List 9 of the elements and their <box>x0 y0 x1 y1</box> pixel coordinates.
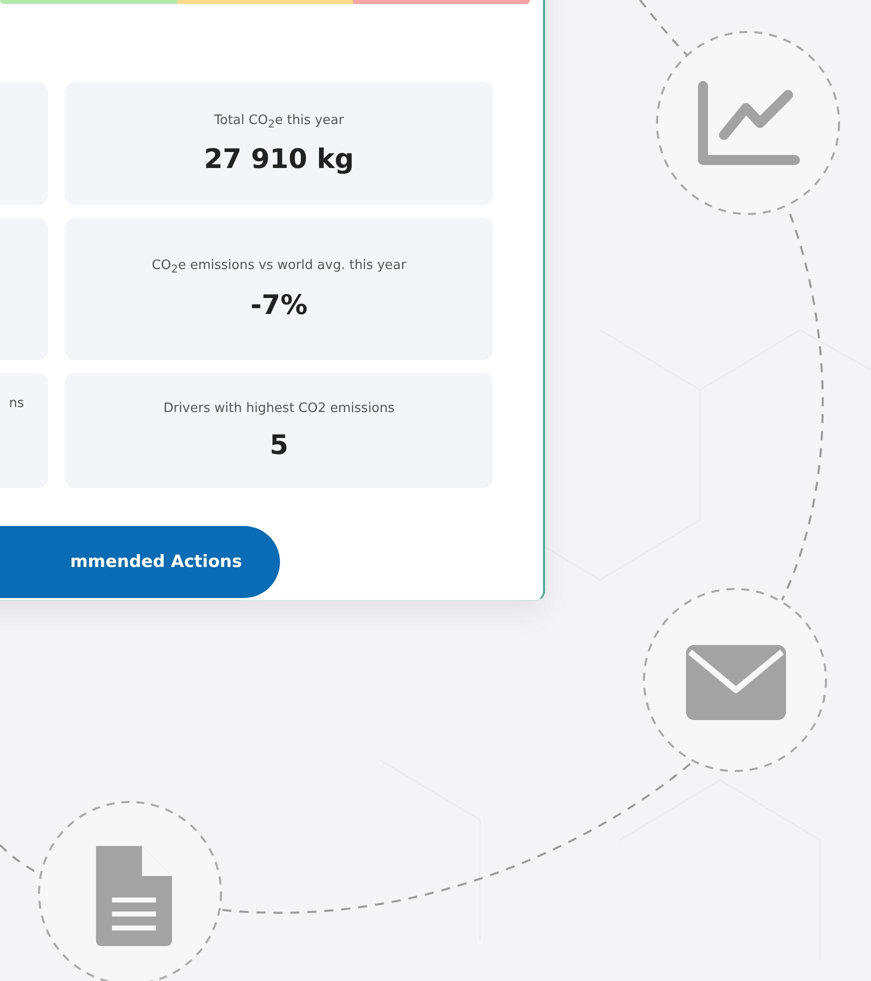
stat-label: ns <box>8 395 24 413</box>
stat-value: 27 910 kg <box>204 144 354 176</box>
stat-label: CO$_{2}$e emissions vs world avg. this year <box>152 257 406 278</box>
recommended-actions-button[interactable]: mmended Actions <box>0 526 280 598</box>
stat-value: -7% <box>250 290 308 321</box>
stat-value: 5 <box>270 430 288 462</box>
stat-label: Drivers with highest CO2 emissions <box>163 400 395 418</box>
stat-label: Total CO$_{2}$e this year <box>214 112 344 132</box>
dashed-connector <box>639 0 689 57</box>
